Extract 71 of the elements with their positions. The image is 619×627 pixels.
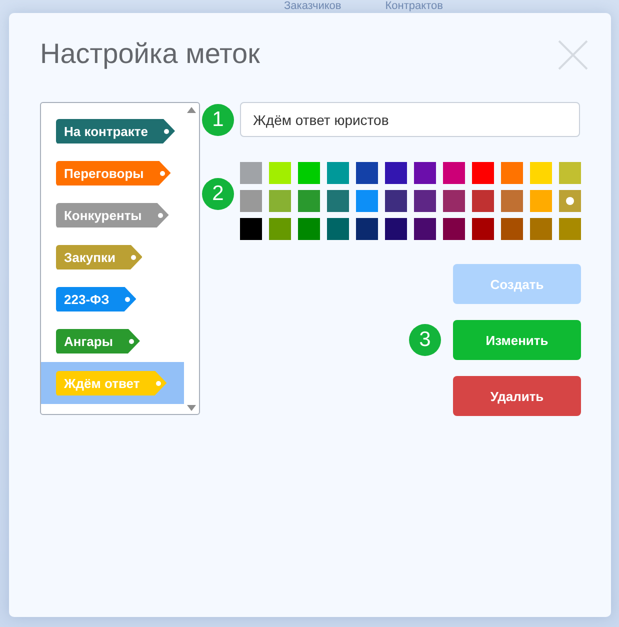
color-swatch[interactable] [414,162,436,184]
edit-button[interactable]: Изменить [453,320,581,360]
color-swatch[interactable] [385,162,407,184]
color-swatch[interactable] [443,190,465,212]
color-swatch[interactable] [472,218,494,240]
color-swatch[interactable] [240,162,262,184]
step-badge: 2 [202,178,234,210]
label-tag: На контракте [56,118,175,144]
dot-icon [566,197,574,205]
dialog-title: Настройка меток [40,38,260,70]
color-swatch[interactable] [385,218,407,240]
label-tag: Ждём ответ [56,370,167,396]
step-badge: 3 [409,324,441,356]
color-swatch[interactable] [472,190,494,212]
tag-list-item[interactable]: Переговоры [41,152,184,194]
color-swatch[interactable] [269,218,291,240]
color-swatch[interactable] [443,218,465,240]
color-swatch[interactable] [240,218,262,240]
color-swatch[interactable] [269,190,291,212]
color-swatch[interactable] [559,218,581,240]
color-swatch[interactable] [559,162,581,184]
tag-list-item[interactable]: Ангары [41,320,184,362]
color-swatch[interactable] [530,162,552,184]
tag-list-item[interactable]: На контракте [41,110,184,152]
dot-icon [128,338,134,344]
background-nav-link[interactable]: Контрактов [385,0,443,13]
color-swatch[interactable] [501,190,523,212]
tag-name-field[interactable]: Ждём ответ юристов [240,102,580,137]
dot-icon [158,212,163,218]
label-tag: Закупки [56,244,142,270]
dot-icon [160,170,165,176]
close-icon [558,40,588,70]
color-swatch[interactable] [269,162,291,184]
color-swatch[interactable] [559,190,581,212]
color-swatch[interactable] [443,162,465,184]
step-badge: 1 [202,104,234,136]
dot-icon [164,128,169,134]
scroll-down-icon[interactable] [187,405,196,411]
color-swatch[interactable] [298,162,320,184]
color-swatch[interactable] [327,162,349,184]
color-swatch[interactable] [356,162,378,184]
label-tag: Ангары [56,328,140,354]
label-tag: 223-ФЗ [56,286,136,312]
close-button[interactable] [558,40,588,70]
color-swatch[interactable] [501,218,523,240]
color-swatch[interactable] [356,190,378,212]
color-swatch[interactable] [298,190,320,212]
color-swatch[interactable] [530,190,552,212]
color-swatch[interactable] [501,162,523,184]
scroll-up-icon[interactable] [187,107,196,113]
label-tag: Конкуренты [56,202,169,228]
color-swatch[interactable] [240,190,262,212]
color-swatch[interactable] [356,218,378,240]
background-nav-link[interactable]: Заказчиков [284,0,342,13]
dot-icon [131,254,136,260]
color-swatch[interactable] [327,190,349,212]
color-swatch[interactable] [414,218,436,240]
tag-list-item[interactable]: Конкуренты [41,194,184,236]
color-swatch[interactable] [530,218,552,240]
color-swatch[interactable] [298,218,320,240]
dot-icon [125,296,130,302]
color-swatch[interactable] [472,162,494,184]
delete-button[interactable]: Удалить [453,376,581,416]
tag-list-item[interactable]: Ждём ответ [41,362,184,404]
tag-list-item[interactable]: Закупки [41,236,184,278]
label-tag: Переговоры [56,160,171,186]
color-swatch[interactable] [414,190,436,212]
color-swatch[interactable] [385,190,407,212]
tag-list-item[interactable]: 223-ФЗ [41,278,184,320]
dot-icon [156,380,161,386]
color-swatch[interactable] [327,218,349,240]
